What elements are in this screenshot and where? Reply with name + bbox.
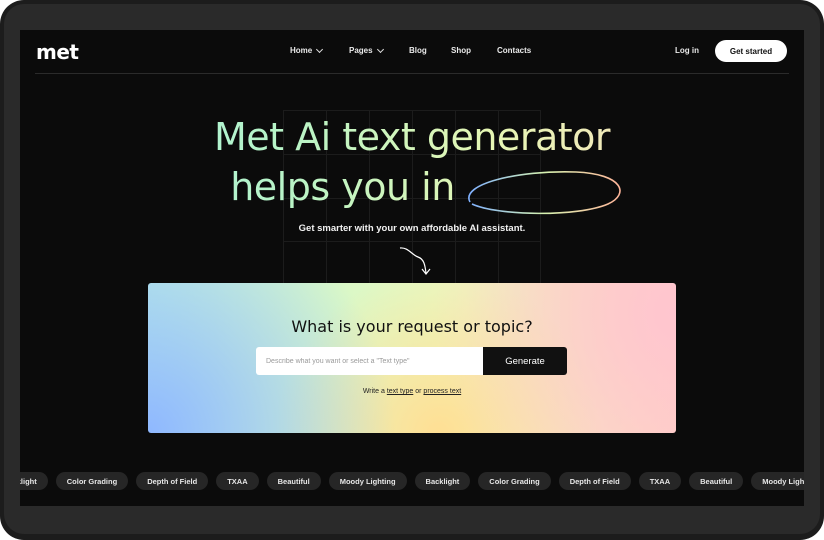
- process-text-link[interactable]: process text: [423, 388, 461, 395]
- tag-chip[interactable]: Color Grading: [55, 472, 129, 490]
- hero-highlight-word: writing: [466, 162, 621, 215]
- tag-chip[interactable]: Beautiful: [266, 472, 321, 490]
- text-type-link[interactable]: text type: [387, 388, 413, 395]
- hero-title: Met Ai text generator helps you in writi…: [20, 112, 804, 215]
- tag-chip[interactable]: Depth of Field: [136, 472, 209, 490]
- highlight-oval-icon: [468, 171, 621, 215]
- generate-button[interactable]: Generate: [483, 347, 567, 375]
- tag-chip[interactable]: Depth of Field: [558, 472, 631, 490]
- nav-item-label: Home: [290, 46, 313, 55]
- nav-item-label: Pages: [349, 46, 373, 55]
- tag-carousel: Backlight Color Grading Depth of Field T…: [20, 472, 804, 490]
- request-title: What is your request or topic?: [291, 317, 533, 336]
- nav-divider: [35, 73, 789, 74]
- hero-subtitle: Get smarter with your own affordable AI …: [298, 223, 526, 234]
- chevron-down-icon: [376, 45, 384, 53]
- request-input[interactable]: [256, 347, 484, 375]
- chevron-down-icon: [316, 45, 324, 53]
- curved-arrow-down-icon: [399, 247, 431, 275]
- nav-item-contacts[interactable]: Contacts: [497, 46, 531, 55]
- request-card: What is your request or topic? Generate …: [148, 283, 676, 433]
- tag-chip[interactable]: TXAA: [638, 472, 682, 490]
- nav-item-label: Shop: [451, 46, 471, 55]
- nav-item-label: Contacts: [497, 46, 532, 55]
- get-started-button[interactable]: Get started: [715, 40, 787, 62]
- login-link[interactable]: Log in: [675, 46, 699, 55]
- browser-screen: met Home Pages Blog Shop Contacts Log in…: [20, 30, 804, 506]
- tag-chip[interactable]: Beautiful: [689, 472, 744, 490]
- hero-title-line2: helps you in writing: [20, 162, 804, 215]
- nav-item-shop[interactable]: Shop: [451, 46, 497, 55]
- tag-chip[interactable]: TXAA: [216, 472, 259, 490]
- tag-chip[interactable]: Color Grading: [478, 472, 551, 490]
- request-hint: Write a text type or process text: [148, 388, 676, 395]
- logo[interactable]: met: [36, 40, 79, 64]
- main-menu: Home Pages Blog Shop Contacts: [290, 45, 531, 55]
- tag-chip[interactable]: Backlight: [414, 472, 471, 490]
- hero-title-line1: Met Ai text generator: [20, 112, 804, 162]
- nav-item-pages[interactable]: Pages: [349, 45, 409, 55]
- tag-chip[interactable]: Moody Lighting: [328, 472, 407, 490]
- hint-middle: or: [415, 388, 422, 395]
- hint-prefix: Write a: [362, 388, 385, 395]
- tag-chip[interactable]: Moody Lighting: [751, 472, 804, 490]
- top-navigation: met Home Pages Blog Shop Contacts Log in…: [20, 30, 804, 73]
- nav-item-label: Blog: [409, 46, 427, 55]
- nav-item-blog[interactable]: Blog: [409, 46, 451, 55]
- hero-title-line2-prefix: helps you in: [230, 165, 467, 209]
- tag-chip[interactable]: Backlight: [20, 472, 48, 490]
- nav-item-home[interactable]: Home: [290, 45, 349, 55]
